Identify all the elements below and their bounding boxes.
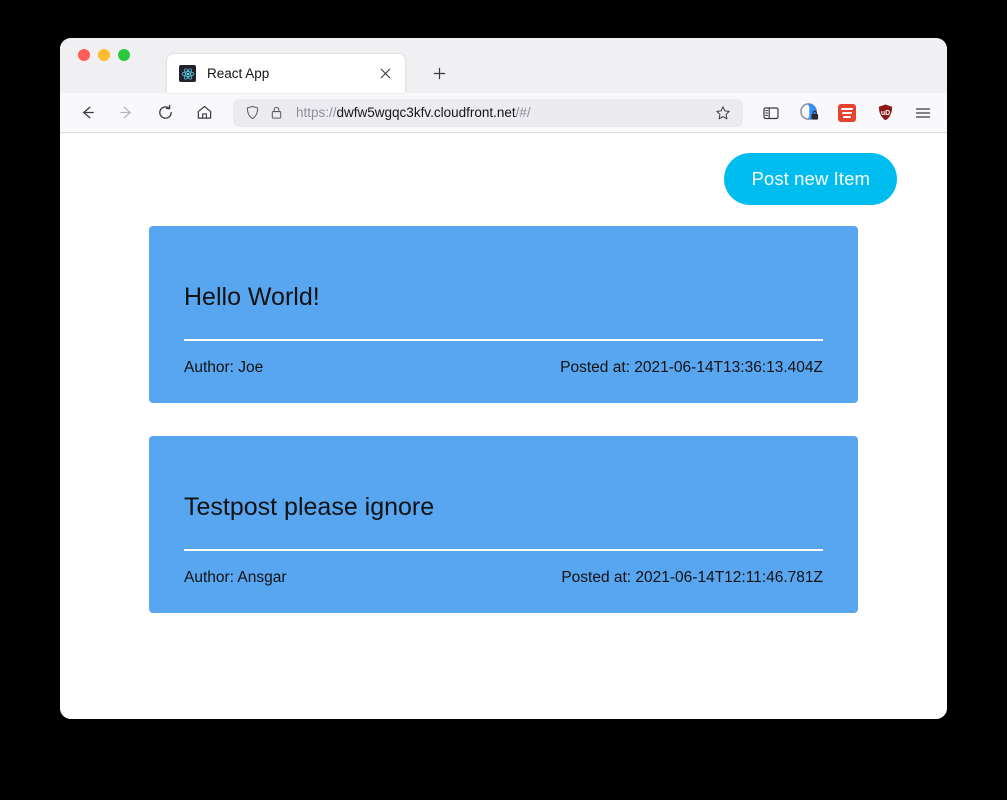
padlock-icon[interactable] [268, 104, 285, 121]
tab-strip: React App [60, 38, 947, 93]
url-scheme: https:// [296, 105, 337, 120]
post-timestamp: Posted at: 2021-06-14T12:11:46.781Z [561, 569, 823, 586]
reload-icon[interactable] [150, 98, 180, 128]
forward-arrow-icon[interactable] [111, 98, 141, 128]
post-meta: Author: Ansgar Posted at: 2021-06-14T12:… [184, 569, 823, 587]
sidebar-icon[interactable] [759, 101, 783, 125]
browser-tab[interactable]: React App [167, 54, 405, 93]
post-new-item-button[interactable]: Post new Item [724, 153, 897, 205]
home-icon[interactable] [189, 98, 219, 128]
maximize-window-button[interactable] [118, 49, 130, 61]
url-path: /#/ [515, 105, 531, 120]
hamburger-menu-icon[interactable] [911, 101, 935, 125]
post-title: Testpost please ignore [184, 493, 435, 521]
todoist-glyph [838, 103, 856, 122]
back-arrow-icon[interactable] [72, 98, 102, 128]
star-icon[interactable] [712, 102, 734, 124]
post-card[interactable]: Testpost please ignore Author: Ansgar Po… [149, 436, 858, 613]
todoist-icon[interactable] [835, 101, 859, 125]
minimize-window-button[interactable] [98, 49, 110, 61]
ublock-origin-icon[interactable]: uD [873, 101, 897, 125]
post-author: Author: Joe [184, 359, 264, 376]
privacy-shield-lock-icon[interactable] [797, 101, 821, 125]
post-meta: Author: Joe Posted at: 2021-06-14T13:36:… [184, 359, 823, 377]
new-tab-button[interactable] [426, 60, 452, 86]
post-card[interactable]: Hello World! Author: Joe Posted at: 2021… [149, 226, 858, 403]
page-content: Post new Item Hello World! Author: Joe P… [60, 133, 947, 719]
window-controls [74, 38, 130, 93]
address-bar[interactable]: https://dwfw5wgqc3kfv.cloudfront.net/#/ [233, 98, 743, 127]
close-window-button[interactable] [78, 49, 90, 61]
post-list: Hello World! Author: Joe Posted at: 2021… [96, 226, 911, 613]
post-divider [184, 549, 823, 551]
react-logo-icon [179, 65, 196, 82]
close-tab-icon[interactable] [375, 64, 395, 84]
url-text[interactable]: https://dwfw5wgqc3kfv.cloudfront.net/#/ [296, 105, 712, 120]
tab-title: React App [207, 66, 270, 81]
extension-toolbar: uD [759, 101, 935, 125]
navigation-toolbar: https://dwfw5wgqc3kfv.cloudfront.net/#/ [60, 93, 947, 133]
svg-text:uD: uD [880, 110, 889, 117]
post-new-row: Post new Item [96, 133, 911, 205]
shield-icon[interactable] [244, 104, 261, 121]
post-timestamp: Posted at: 2021-06-14T13:36:13.404Z [560, 359, 823, 376]
post-title: Hello World! [184, 283, 320, 311]
post-author: Author: Ansgar [184, 569, 287, 586]
post-divider [184, 339, 823, 341]
url-host: dwfw5wgqc3kfv.cloudfront.net [336, 105, 516, 120]
browser-window: React App https://dwfw5wgqc3kfv.cloudfro… [60, 38, 947, 719]
